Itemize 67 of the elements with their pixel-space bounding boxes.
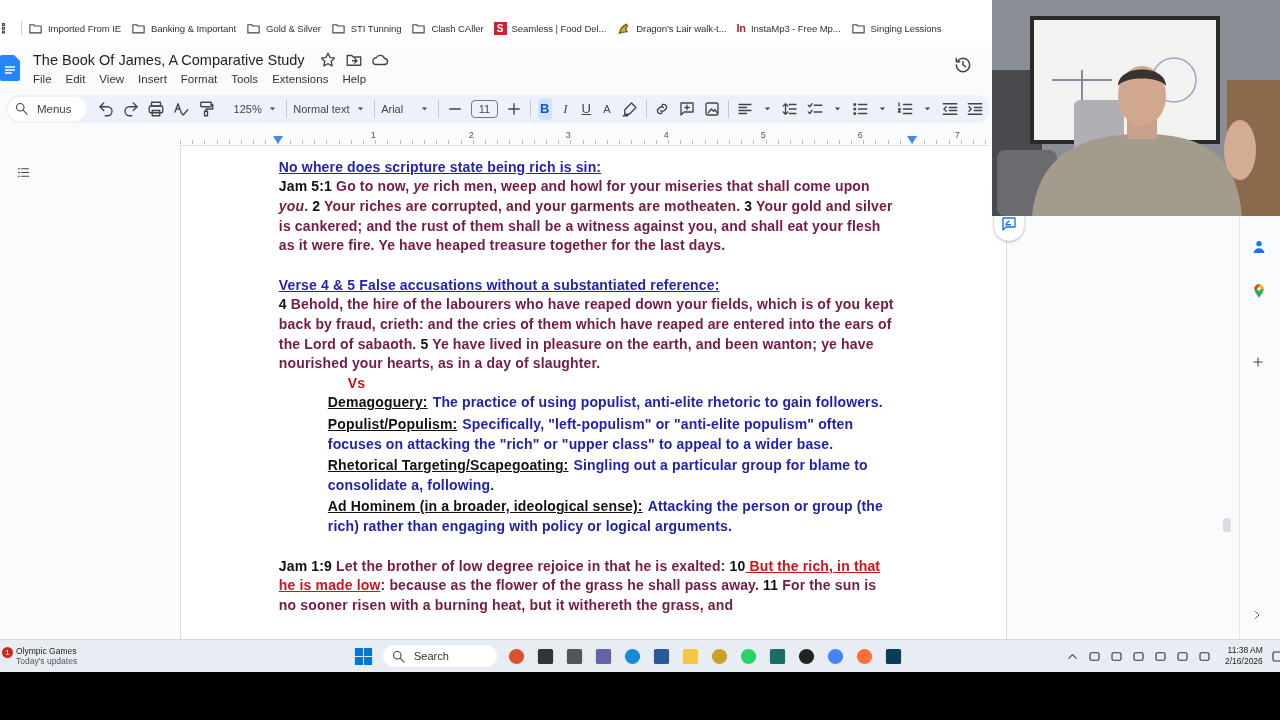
notification-badge: 1 [2,646,13,658]
bookmark[interactable]: Imported From IE [28,20,122,36]
ruler-number: 5 [758,129,768,140]
section-heading: Verse 4 & 5 False accusations without a substantiated reference: [278,275,721,295]
underline-button[interactable]: U [579,97,593,120]
bookmark[interactable]: Banking & Important [131,20,237,36]
ruler-number: 4 [661,129,671,140]
versus-label: Vs [347,373,367,393]
bookmark[interactable]: In InstaMp3 - Free Mp... [736,22,841,35]
scripture-paragraph: Jam 1:9 Let the brother of low degree rejoice in that he is exalted: 10 But the rich, in that he is made low: because as the flower of the grass he shall pass away. 11 For the sun is no sooner risen with a burning heat, but it withereth the grass, and [278,556,882,615]
menu-item[interactable]: Edit [58,71,93,86]
menu-item[interactable]: File [26,71,59,86]
bookmark[interactable]: Dragon's Lair walk-t... [616,20,727,36]
search-icon [14,101,29,117]
menu-item[interactable]: Help [335,71,374,86]
scroll-handle[interactable] [1223,517,1232,532]
highlighter-icon[interactable] [620,99,639,118]
ruler[interactable]: 1 2 3 4 5 6 7 [179,129,990,146]
italic-button[interactable]: I [558,97,573,120]
ruler-number: 3 [563,129,573,140]
news-widget[interactable]: 1 Olympic Games Today's updates [2,646,122,667]
feedback-icon[interactable] [1000,214,1019,233]
widget-subtitle: Today's updates [16,656,78,667]
ruler-number: 2 [466,129,476,140]
text-color-button[interactable]: A [600,97,614,120]
definition-paragraph: Populist/Populism: Specifically, "left-populism" or "anti-elite populism" often focuses on attacking the "rich" or "upper class" to appeal to a wider base. [327,414,855,454]
ruler-number: 6 [855,129,865,140]
menu-item[interactable]: Tools [224,71,266,86]
document-title[interactable]: The Book Of James, A Comparative Study [33,51,305,68]
font-size-field[interactable]: 11 [470,99,499,118]
menu-item[interactable]: View [92,71,132,86]
widget-title: Olympic Games [16,646,78,657]
site-logo: S [493,21,507,35]
site-logo: In [736,22,746,35]
print-icon[interactable] [146,99,165,118]
bookmark[interactable]: Singing Lessions [850,20,942,36]
add-comment-icon[interactable] [678,99,697,118]
scripture-paragraph: Jam 5:1 Go to now, ye rich men, weep and howl for your miseries that shall come upon you. 2 Your riches are corrupted, and your garments are motheaten. 3 Your gold and silver is cankered; and the rust of them shall be a witness against you, and shall eat your flesh as it were fire. Ye have heaped treasure together for the last days. [278,177,894,256]
bookmark[interactable]: Gold & Silver [246,20,321,36]
section-heading: No where does scripture state being rich is sin: [278,157,603,177]
plus-icon[interactable] [1251,354,1266,369]
definition-paragraph: Demagoguery: The practice of using populist, anti-elite rhetoric to gain followers. [327,393,884,413]
style-dropdown[interactable]: Normal text [293,102,367,116]
ruler-number: 7 [952,129,962,140]
bookmark[interactable]: STI Tunning [330,20,402,36]
redo-icon[interactable] [121,99,140,118]
menu-item[interactable]: Insert [131,71,174,86]
definition-paragraph: Ad Hominem (in a broader, ideological sense): Attacking the person or group (the rich) rather than engaging with policy or logical arguments. [327,497,884,536]
docs-logo-icon[interactable] [0,54,20,81]
taskbar-search[interactable]: Search [383,645,497,668]
image-icon[interactable] [703,99,722,118]
menus-search[interactable]: Menus [8,96,86,121]
menu-item[interactable]: Format [173,71,225,86]
undo-icon[interactable] [96,99,115,118]
bold-button[interactable]: B [537,97,552,120]
scripture-paragraph: 4 Behold, the hire of the labourers who have reaped down your fields, which is of you kept back by fraud, crieth: and the cries of them which have reaped are entered into the ears of the Lord of sabaoth. 5 Ye have lived in pleasure on the earth, and been wanton; ye have nourished your hearts, as in a day of slaughter. [278,295,894,374]
definition-paragraph: Rhetorical Targeting/Scapegoating: Singling out a particular group for blame to consolidate a, following. [327,456,869,495]
clock[interactable]: 11:38 AM 2/16/2026 [1225,645,1263,668]
ruler-number: 1 [368,129,378,140]
bookmark[interactable]: S Seamless | Food Del... [493,21,607,35]
search-icon [391,648,406,664]
font-dropdown[interactable]: Arial [381,102,432,116]
start-icon[interactable] [354,646,373,666]
star-icon[interactable] [318,50,337,69]
menu-item[interactable]: Extensions [265,71,336,86]
bookmark[interactable]: Clash CAller [411,20,484,36]
zoom-dropdown[interactable]: 125% [233,102,279,116]
